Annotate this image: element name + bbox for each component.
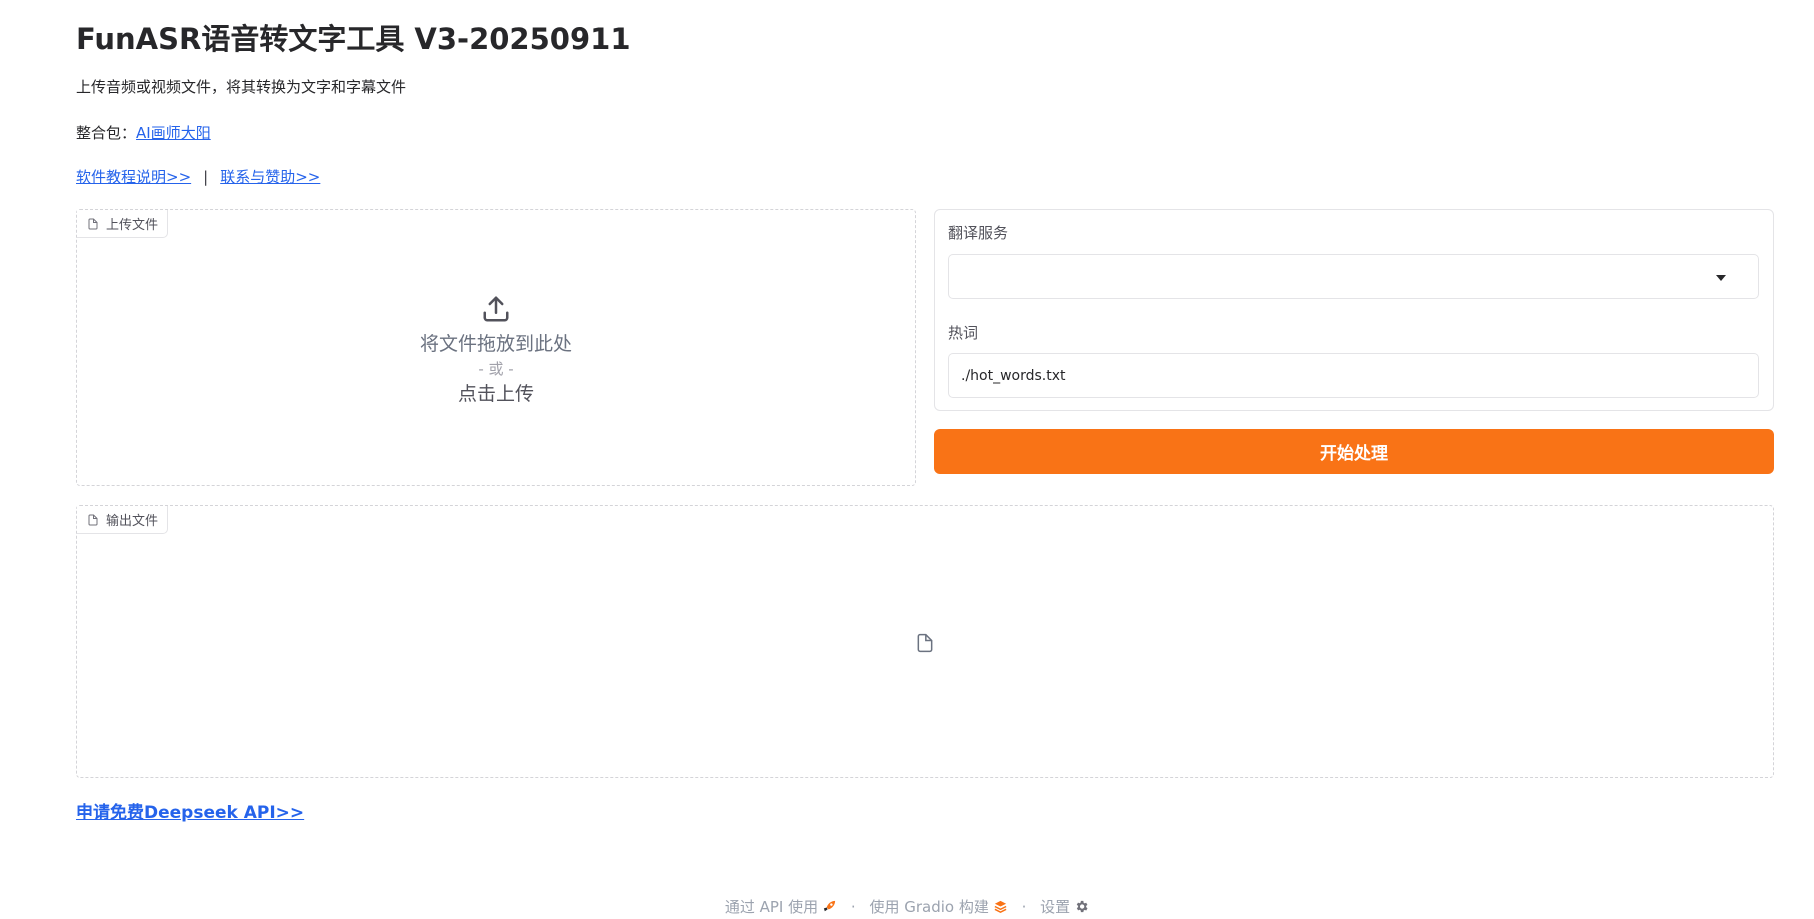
translation-service-select[interactable] <box>948 254 1759 299</box>
footer-settings-link[interactable]: 设置 <box>1040 898 1089 916</box>
footer-api-label: 通过 API 使用 <box>724 898 819 916</box>
gear-icon <box>1076 900 1088 913</box>
output-panel-label: 输出文件 <box>77 506 169 534</box>
footer-settings-label: 设置 <box>1040 898 1071 916</box>
rocket-icon <box>823 900 836 912</box>
footer-api-link[interactable]: 通过 API 使用 <box>725 898 837 916</box>
footer-dot: · <box>850 898 856 916</box>
page-title: FunASR语音转文字工具 V3-20250911 <box>76 22 631 56</box>
chevron-down-icon <box>1716 275 1726 281</box>
bundle-prefix: 整合包： <box>76 124 137 142</box>
output-file-panel: 输出文件 <box>76 505 1774 778</box>
upload-icon <box>483 296 509 322</box>
footer: 通过 API 使用 · 使用 Gradio 构建 · 设置 <box>0 896 1814 917</box>
link-separator: | <box>203 168 209 186</box>
footer-gradio-link[interactable]: 使用 Gradio 构建 <box>869 898 1007 916</box>
tutorial-link[interactable]: 软件教程说明>> <box>76 168 191 186</box>
file-icon <box>88 514 98 525</box>
drop-area-content: 将文件拖放到此处 - 或 - 点击上传 <box>77 294 915 408</box>
translation-service-label: 翻译服务 <box>948 224 1009 242</box>
gradio-logo-icon <box>994 900 1007 913</box>
contact-link[interactable]: 联系与赞助>> <box>220 168 320 186</box>
file-icon <box>88 218 98 229</box>
upload-label-text: 上传文件 <box>106 218 159 233</box>
deepseek-api-link[interactable]: 申请免费Deepseek API>> <box>76 798 304 823</box>
click-upload-text: 点击上传 <box>457 383 534 405</box>
upload-dropzone[interactable]: 上传文件 将文件拖放到此处 - 或 - 点击上传 <box>76 209 916 486</box>
output-label-text: 输出文件 <box>106 514 159 529</box>
footer-dot: · <box>1021 898 1027 916</box>
or-text: - 或 - <box>478 360 514 378</box>
settings-panel: 翻译服务 热词 <box>934 209 1774 411</box>
help-links: 软件教程说明>> | 联系与赞助>> <box>76 166 320 187</box>
footer-gradio-label: 使用 Gradio 构建 <box>869 898 989 916</box>
hotwords-label: 热词 <box>948 324 979 342</box>
empty-file-icon <box>917 633 933 653</box>
hotwords-input[interactable] <box>948 353 1759 398</box>
drop-text: 将文件拖放到此处 <box>419 333 572 355</box>
upload-panel-label: 上传文件 <box>77 210 169 238</box>
page-subtitle: 上传音频或视频文件，将其转换为文字和字幕文件 <box>76 78 407 96</box>
bundle-line: 整合包：AI画师大阳 <box>76 122 211 143</box>
bundle-link[interactable]: AI画师大阳 <box>136 124 211 142</box>
app-page: FunASR语音转文字工具 V3-20250911 上传音频或视频文件，将其转换… <box>0 0 1814 919</box>
start-processing-button[interactable]: 开始处理 <box>934 429 1774 474</box>
